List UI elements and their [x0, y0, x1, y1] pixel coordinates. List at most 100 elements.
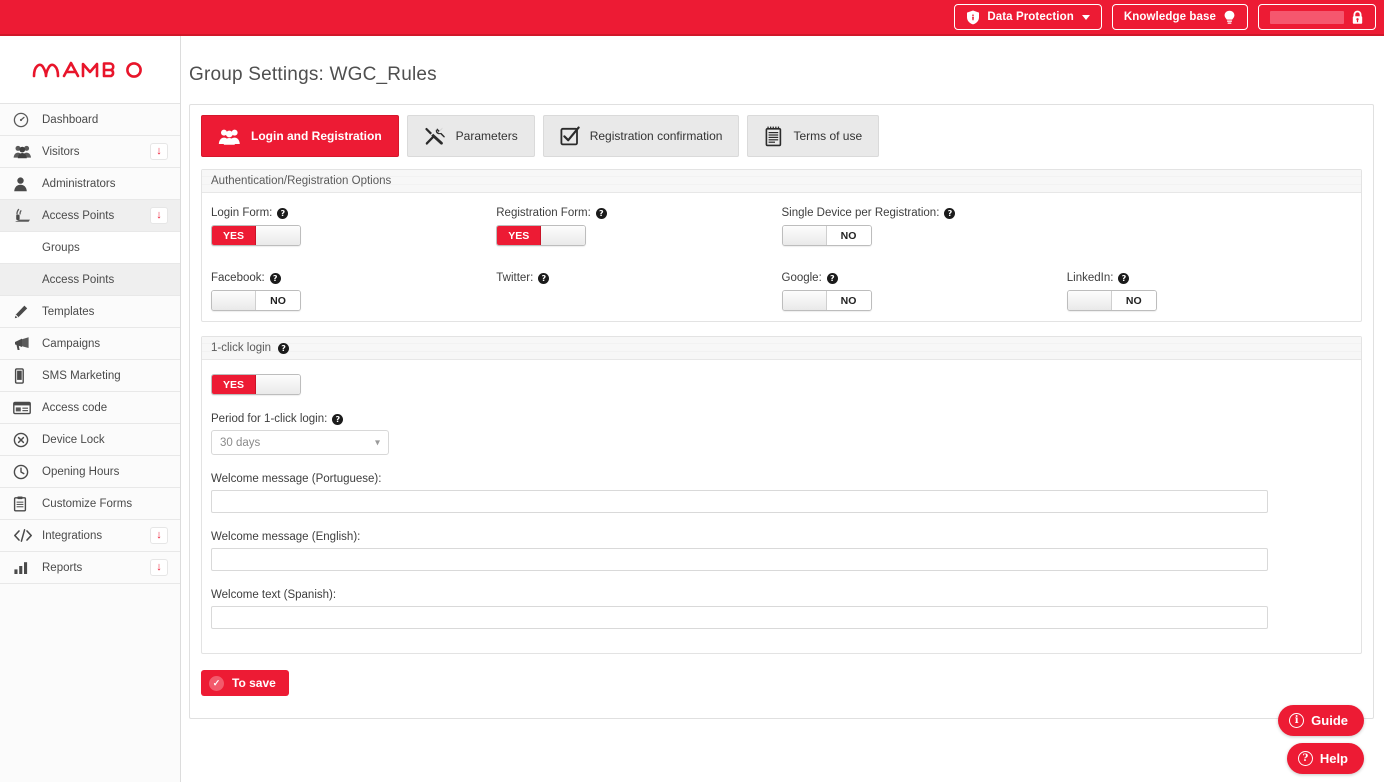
help-icon[interactable]: ?: [596, 208, 607, 219]
toggle-knob: [541, 226, 585, 245]
sidebar-item-access-points[interactable]: Access Points ↓: [0, 200, 180, 232]
tab-login-and-registration[interactable]: Login and Registration: [201, 115, 399, 157]
sidebar-item-campaigns[interactable]: Campaigns: [0, 328, 180, 360]
login-form-toggle[interactable]: YES: [211, 225, 301, 246]
save-button[interactable]: ✓ To save: [201, 670, 289, 696]
help-icon[interactable]: ?: [277, 208, 288, 219]
toggle-knob: [783, 291, 827, 310]
knowledge-base-button[interactable]: Knowledge base: [1112, 4, 1248, 30]
help-icon[interactable]: ?: [944, 208, 955, 219]
help-icon[interactable]: ?: [270, 273, 281, 284]
sidebar-item-administrators[interactable]: Administrators: [0, 168, 180, 200]
linkedin-label-row: LinkedIn: ?: [1067, 272, 1352, 284]
authentication-options-title: Authentication/Registration Options: [211, 175, 391, 187]
sidebar-label: Access Points: [42, 274, 114, 286]
code-icon: [13, 527, 34, 545]
toggle-off-text: NO: [827, 226, 871, 245]
registration-form-toggle[interactable]: YES: [496, 225, 586, 246]
sidebar-item-dashboard[interactable]: Dashboard: [0, 104, 180, 136]
toggle-off-text: NO: [1112, 291, 1156, 310]
welcome-message-english-input[interactable]: [211, 548, 1268, 571]
expand-badge-icon[interactable]: ↓: [150, 143, 168, 160]
single-device-label: Single Device per Registration:: [782, 207, 940, 219]
twitter-label: Twitter:: [496, 272, 533, 284]
sidebar-item-visitors[interactable]: Visitors ↓: [0, 136, 180, 168]
toggle-off-text: NO: [256, 291, 300, 310]
account-button[interactable]: [1258, 4, 1376, 30]
sidebar-label: Device Lock: [42, 434, 105, 446]
facebook-toggle[interactable]: NO: [211, 290, 301, 311]
sidebar-label: Groups: [42, 242, 80, 254]
help-icon[interactable]: ?: [538, 273, 549, 284]
brand-logo[interactable]: [0, 36, 180, 104]
guide-button[interactable]: i Guide: [1278, 705, 1364, 736]
sidebar-item-reports[interactable]: Reports ↓: [0, 552, 180, 584]
field-facebook: Facebook: ? NO: [211, 272, 496, 311]
welcome-text-spanish-input[interactable]: [211, 606, 1268, 629]
welcome-en-label: Welcome message (English):: [211, 531, 1352, 543]
sidebar-item-groups[interactable]: Groups: [0, 232, 180, 264]
sidebar-label: Reports: [42, 562, 82, 574]
question-icon: ?: [1298, 751, 1313, 766]
tab-parameters[interactable]: Parameters: [407, 115, 535, 157]
sidebar-item-opening-hours[interactable]: Opening Hours: [0, 456, 180, 488]
facebook-label: Facebook:: [211, 272, 265, 284]
tab-registration-confirmation[interactable]: Registration confirmation: [543, 115, 740, 157]
one-click-login-card: 1-click login ? YES Period for 1-click l…: [201, 336, 1362, 654]
expand-badge-icon[interactable]: ↓: [150, 207, 168, 224]
tab-label: Registration confirmation: [590, 129, 723, 143]
mobile-icon: [13, 367, 34, 385]
expand-badge-icon[interactable]: ↓: [150, 527, 168, 544]
sidebar-item-sms-marketing[interactable]: SMS Marketing: [0, 360, 180, 392]
sidebar-label: Templates: [42, 306, 94, 318]
period-label-row: Period for 1-click login: ?: [211, 413, 1352, 425]
google-toggle[interactable]: NO: [782, 290, 872, 311]
top-header-bar: Data Protection Knowledge base: [0, 0, 1384, 36]
bar-chart-icon: [13, 559, 34, 577]
help-button[interactable]: ? Help: [1287, 743, 1364, 774]
clipboard-icon: [13, 495, 34, 513]
floating-help-group: i Guide ? Help: [1278, 705, 1364, 774]
single-device-toggle[interactable]: NO: [782, 225, 872, 246]
settings-panel: Login and Registration Parameters Regist…: [189, 104, 1374, 719]
info-icon: i: [1289, 713, 1304, 728]
help-icon[interactable]: ?: [278, 343, 289, 354]
row-spacer: [211, 246, 1352, 272]
authentication-options-body: Login Form: ? YES Registration Form: ?: [202, 193, 1361, 321]
toggle-off-text: NO: [827, 291, 871, 310]
one-click-login-body: YES Period for 1-click login: ? 30 days …: [202, 360, 1361, 653]
period-select[interactable]: 30 days ▾: [211, 430, 389, 455]
linkedin-label: LinkedIn:: [1067, 272, 1114, 284]
help-icon[interactable]: ?: [1118, 273, 1129, 284]
sidebar-label: Access code: [42, 402, 107, 414]
expand-badge-icon[interactable]: ↓: [150, 559, 168, 576]
sidebar-item-templates[interactable]: Templates: [0, 296, 180, 328]
help-icon[interactable]: ?: [332, 414, 343, 425]
auth-row-1: Login Form: ? YES Registration Form: ?: [211, 207, 1352, 246]
field-single-device: Single Device per Registration: ? NO: [782, 207, 1067, 246]
check-circle-icon: ✓: [209, 676, 224, 691]
data-protection-button[interactable]: Data Protection: [954, 4, 1102, 30]
sidebar-subitem-access-points[interactable]: Access Points: [0, 264, 180, 296]
welcome-es-label: Welcome text (Spanish):: [211, 589, 1352, 601]
sidebar-item-device-lock[interactable]: Device Lock: [0, 424, 180, 456]
linkedin-toggle[interactable]: NO: [1067, 290, 1157, 311]
sidebar-item-access-code[interactable]: Access code: [0, 392, 180, 424]
shield-icon: [966, 10, 980, 25]
one-click-login-toggle[interactable]: YES: [211, 374, 301, 395]
tab-terms-of-use[interactable]: Terms of use: [747, 115, 879, 157]
help-icon[interactable]: ?: [827, 273, 838, 284]
lock-icon: [1351, 10, 1364, 25]
toggle-knob: [256, 375, 300, 394]
welcome-message-portuguese-input[interactable]: [211, 490, 1268, 513]
guide-label: Guide: [1311, 713, 1348, 728]
tab-label: Login and Registration: [251, 129, 382, 143]
sidebar-item-integrations[interactable]: Integrations ↓: [0, 520, 180, 552]
knowledge-base-label: Knowledge base: [1124, 11, 1216, 23]
main-content: Group Settings: WGC_Rules Login and Regi…: [181, 36, 1384, 782]
field-twitter: Twitter: ?: [496, 272, 781, 311]
page-title: Group Settings: WGC_Rules: [189, 64, 1384, 86]
sidebar-label: Visitors: [42, 146, 80, 158]
period-label: Period for 1-click login:: [211, 413, 327, 425]
sidebar-item-customize-forms[interactable]: Customize Forms: [0, 488, 180, 520]
